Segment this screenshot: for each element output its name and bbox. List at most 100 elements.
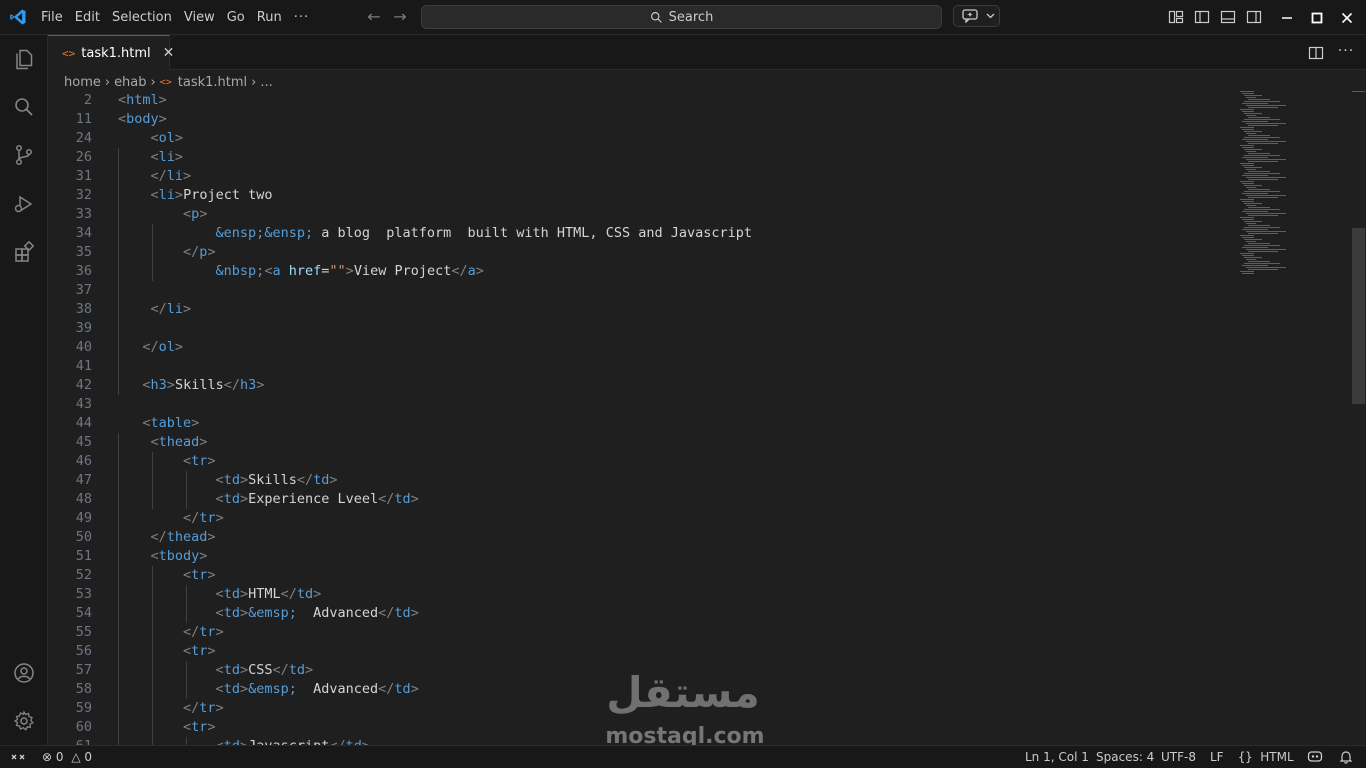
forward-arrow-icon[interactable]: →: [390, 8, 410, 28]
code-line[interactable]: 52 <tr>: [48, 566, 1228, 585]
menu-go[interactable]: Go: [221, 7, 251, 29]
code-line[interactable]: 45 <thead>: [48, 433, 1228, 452]
minimap-line: [1242, 201, 1254, 202]
menu-view[interactable]: View: [178, 7, 221, 29]
breadcrumb-home[interactable]: home: [64, 75, 101, 90]
line-number: 39: [75, 320, 92, 336]
remote-icon[interactable]: [10, 750, 26, 764]
menu-selection[interactable]: Selection: [106, 7, 178, 29]
minimap-line: [1244, 239, 1262, 240]
menu-more[interactable]: ···: [288, 7, 315, 29]
toggle-panel-icon[interactable]: [1220, 9, 1236, 25]
minimap-line: [1244, 155, 1280, 156]
line-number: 26: [75, 149, 92, 165]
more-actions-icon[interactable]: ···: [1336, 41, 1356, 61]
search-icon[interactable]: [12, 95, 36, 119]
menu-file[interactable]: File: [35, 7, 69, 29]
split-editor-icon[interactable]: [1308, 45, 1324, 61]
breadcrumb-more[interactable]: ...: [260, 75, 272, 90]
code-line[interactable]: 31 </li>: [48, 167, 1228, 186]
minimap-line: [1248, 197, 1278, 198]
encoding[interactable]: UTF-8: [1161, 746, 1196, 768]
code-text: </thead>: [150, 529, 216, 545]
code-line[interactable]: 51 <tbody>: [48, 547, 1228, 566]
menu-run[interactable]: Run: [251, 7, 288, 29]
line-number: 32: [75, 187, 92, 203]
accounts-icon[interactable]: [12, 661, 36, 685]
vscode-logo-icon: [10, 9, 26, 25]
breadcrumb-user[interactable]: ehab: [114, 75, 146, 90]
maximize-button[interactable]: [1302, 0, 1332, 35]
problems-indicator[interactable]: ⊗ 0 △ 0: [42, 746, 92, 768]
customize-layout-icon[interactable]: [1168, 9, 1184, 25]
breadcrumb-file[interactable]: task1.html: [178, 75, 247, 90]
tab-close-icon[interactable]: ✕: [163, 45, 175, 61]
copilot-status-icon[interactable]: [1307, 750, 1323, 764]
minimap-line: [1246, 213, 1286, 214]
source-control-icon[interactable]: [12, 143, 36, 167]
language-label: HTML: [1260, 750, 1294, 764]
code-line[interactable]: 47 <td>Skills</td>: [48, 471, 1228, 490]
code-line[interactable]: 55 </tr>: [48, 623, 1228, 642]
code-line[interactable]: 44 <table>: [48, 414, 1228, 433]
code-line[interactable]: 24 <ol>: [48, 129, 1228, 148]
minimap-line: [1246, 123, 1286, 124]
code-line[interactable]: 41: [48, 357, 1228, 376]
code-line[interactable]: 39: [48, 319, 1228, 338]
indentation[interactable]: Spaces: 4: [1096, 746, 1154, 768]
extensions-icon[interactable]: [12, 240, 36, 264]
chevron-right-icon: ›: [104, 74, 111, 90]
code-editor[interactable]: 2 <html> 11 <body> 24 <ol> 26 <li> 31 </li> 32 …: [48, 91, 1366, 745]
close-window-button[interactable]: [1332, 0, 1362, 35]
code-line[interactable]: 42 <h3>Skills</h3>: [48, 376, 1228, 395]
minimap-line: [1240, 199, 1254, 200]
code-line[interactable]: 34 &ensp;&ensp; a blog platform built wi…: [48, 224, 1228, 243]
tab-task1-html[interactable]: <> task1.html ✕: [48, 35, 174, 70]
toggle-secondary-sidebar-icon[interactable]: [1246, 9, 1262, 25]
back-arrow-icon[interactable]: ←: [364, 8, 384, 28]
code-line[interactable]: 43: [48, 395, 1228, 414]
code-line[interactable]: 50 </thead>: [48, 528, 1228, 547]
run-debug-icon[interactable]: [12, 192, 36, 216]
code-line[interactable]: 49 </tr>: [48, 509, 1228, 528]
minimap[interactable]: [1238, 91, 1348, 281]
minimap-line: [1244, 119, 1280, 120]
code-line[interactable]: 54 <td>&emsp; Advanced</td>: [48, 604, 1228, 623]
line-number: 60: [75, 719, 92, 735]
code-text: <body>: [118, 111, 167, 127]
minimize-button[interactable]: [1272, 0, 1302, 35]
code-text: <td>Experience Lveel</td>: [215, 491, 419, 507]
code-text: <html>: [118, 92, 167, 108]
menu-edit[interactable]: Edit: [69, 7, 106, 29]
code-line[interactable]: 2 <html>: [48, 91, 1228, 110]
language-mode[interactable]: {} HTML: [1238, 746, 1294, 768]
cursor-position[interactable]: Ln 1, Col 1: [1025, 746, 1089, 768]
command-center-search[interactable]: Search: [421, 5, 942, 29]
vertical-scrollbar[interactable]: [1352, 228, 1365, 404]
minimap-line: [1248, 269, 1278, 270]
code-line[interactable]: 26 <li>: [48, 148, 1228, 167]
code-line[interactable]: 48 <td>Experience Lveel</td>: [48, 490, 1228, 509]
code-line[interactable]: 11 <body>: [48, 110, 1228, 129]
minimap-line: [1246, 151, 1256, 152]
code-line[interactable]: 35 </p>: [48, 243, 1228, 262]
code-line[interactable]: 53 <td>HTML</td>: [48, 585, 1228, 604]
line-number: 48: [75, 491, 92, 507]
toggle-primary-sidebar-icon[interactable]: [1194, 9, 1210, 25]
code-line[interactable]: 36 &nbsp;<a href="">View Project</a>: [48, 262, 1228, 281]
code-line[interactable]: 56 <tr>: [48, 642, 1228, 661]
copilot-button[interactable]: [953, 5, 1000, 27]
notifications-bell-icon[interactable]: [1339, 750, 1353, 764]
code-line[interactable]: 40 </ol>: [48, 338, 1228, 357]
code-line[interactable]: 37: [48, 281, 1228, 300]
watermark-arabic: مستقل: [606, 668, 760, 717]
line-number: 51: [75, 548, 92, 564]
explorer-icon[interactable]: [12, 47, 36, 71]
code-line[interactable]: 33 <p>: [48, 205, 1228, 224]
code-line[interactable]: 38 </li>: [48, 300, 1228, 319]
settings-gear-icon[interactable]: [12, 709, 36, 733]
code-line[interactable]: 32 <li>Project two: [48, 186, 1228, 205]
code-line[interactable]: 46 <tr>: [48, 452, 1228, 471]
end-of-line[interactable]: LF: [1210, 746, 1224, 768]
minimap-line: [1242, 183, 1254, 184]
